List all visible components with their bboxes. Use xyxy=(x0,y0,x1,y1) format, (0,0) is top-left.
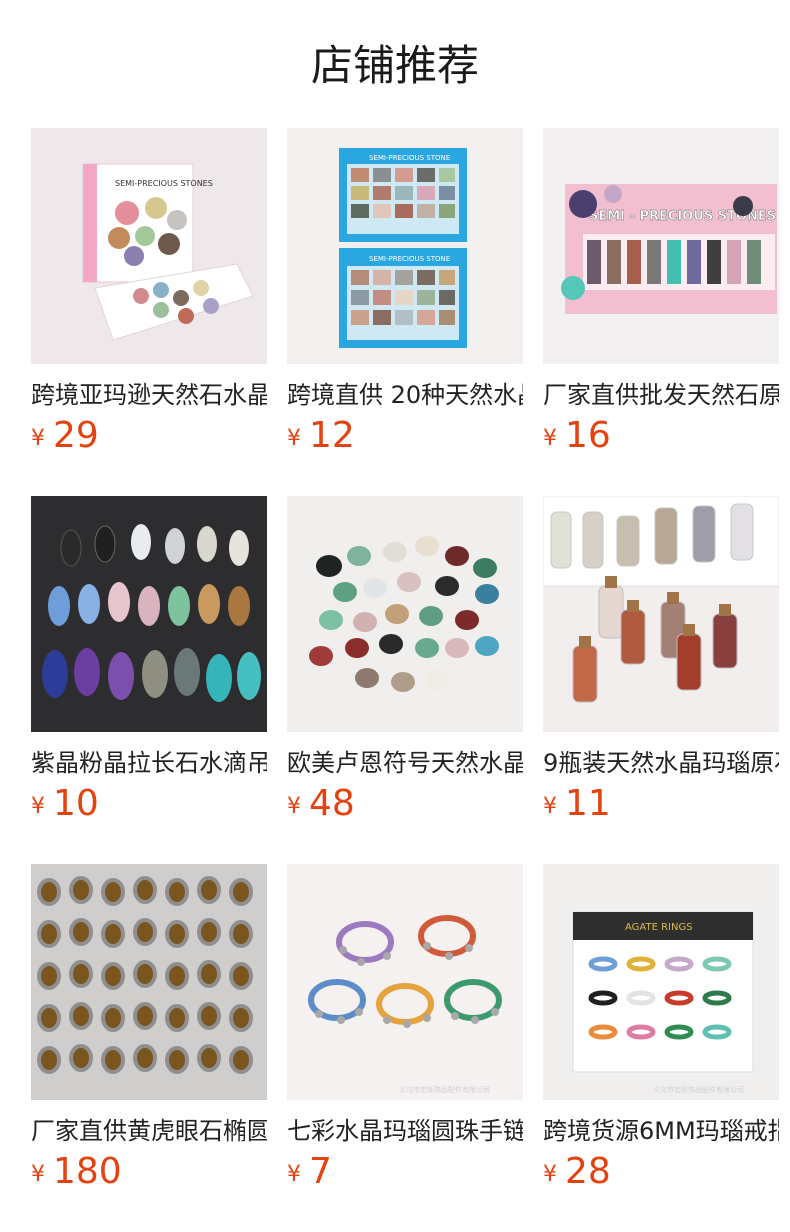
currency-symbol: ¥ xyxy=(31,794,45,819)
product-price: ¥12 xyxy=(287,416,355,456)
product-name[interactable]: 欧美卢恩符号天然水晶 xyxy=(287,746,523,782)
svg-text:义乌市宏铄饰品配件有限公司: 义乌市宏铄饰品配件有限公司 xyxy=(653,1085,744,1094)
price-value: 10 xyxy=(53,783,99,824)
product-name[interactable]: 跨境亚玛逊天然石水晶原石 xyxy=(31,378,267,414)
currency-symbol: ¥ xyxy=(287,794,301,819)
svg-text:义乌市宏铄饰品配件有限公司: 义乌市宏铄饰品配件有限公司 xyxy=(399,1085,490,1094)
currency-symbol: ¥ xyxy=(543,1162,557,1187)
price-value: 12 xyxy=(309,415,355,456)
svg-text:SEMI-PRECIOUS STONE: SEMI-PRECIOUS STONE xyxy=(369,255,450,263)
currency-symbol: ¥ xyxy=(543,794,557,819)
price-value: 28 xyxy=(565,1151,611,1192)
product-image[interactable] xyxy=(287,496,523,732)
currency-symbol: ¥ xyxy=(287,1162,301,1187)
product-grid: SEMI-PRECIOUS STONES 跨境亚玛逊天然石水晶原石 ¥29 xyxy=(0,0,790,1232)
price-value: 180 xyxy=(53,1151,122,1192)
product-image[interactable] xyxy=(31,496,267,732)
product-name[interactable]: 紫晶粉晶拉长石水滴吊坠 xyxy=(31,746,267,782)
currency-symbol: ¥ xyxy=(543,426,557,451)
product-name[interactable]: 七彩水晶玛瑙圆珠手链 xyxy=(287,1114,523,1150)
currency-symbol: ¥ xyxy=(31,426,45,451)
product-image[interactable]: SEMI-PRECIOUS STONE SEMI-PRECIOUS STONE xyxy=(287,128,523,364)
product-name[interactable]: 跨境货源6MM玛瑙戒指 xyxy=(543,1114,779,1150)
product-image[interactable] xyxy=(543,496,779,732)
product-image[interactable]: SEMI-PRECIOUS STONES xyxy=(31,128,267,364)
product-name[interactable]: 厂家直供批发天然石原石 xyxy=(543,378,779,414)
product-image[interactable]: 义乌市宏铄饰品配件有限公司 xyxy=(287,864,523,1100)
svg-text:SEMI-PRECIOUS STONES: SEMI-PRECIOUS STONES xyxy=(115,179,213,188)
product-name[interactable]: 厂家直供黄虎眼石椭圆戒指 xyxy=(31,1114,267,1150)
product-price: ¥29 xyxy=(31,416,99,456)
product-image[interactable]: AGATE RINGS 义乌市宏铄饰品配件有限公司 xyxy=(543,864,779,1100)
product-name[interactable]: 跨境直供 20种天然水晶原石 xyxy=(287,378,523,414)
svg-text:AGATE RINGS: AGATE RINGS xyxy=(625,922,693,933)
product-name[interactable]: 9瓶装天然水晶玛瑙原石 xyxy=(543,746,779,782)
product-image[interactable] xyxy=(31,864,267,1100)
currency-symbol: ¥ xyxy=(31,1162,45,1187)
price-value: 29 xyxy=(53,415,99,456)
product-price: ¥48 xyxy=(287,784,355,824)
product-price: ¥28 xyxy=(543,1152,611,1192)
price-value: 48 xyxy=(309,783,355,824)
currency-symbol: ¥ xyxy=(287,426,301,451)
price-value: 16 xyxy=(565,415,611,456)
product-price: ¥16 xyxy=(543,416,611,456)
price-value: 11 xyxy=(565,783,611,824)
price-value: 7 xyxy=(309,1151,332,1192)
product-price: ¥10 xyxy=(31,784,99,824)
product-price: ¥7 xyxy=(287,1152,332,1192)
product-price: ¥11 xyxy=(543,784,611,824)
product-price: ¥180 xyxy=(31,1152,122,1192)
svg-text:SEMI-PRECIOUS STONE: SEMI-PRECIOUS STONE xyxy=(369,154,450,162)
product-image[interactable]: SEMI - PRECIOUS STONES xyxy=(543,128,779,364)
